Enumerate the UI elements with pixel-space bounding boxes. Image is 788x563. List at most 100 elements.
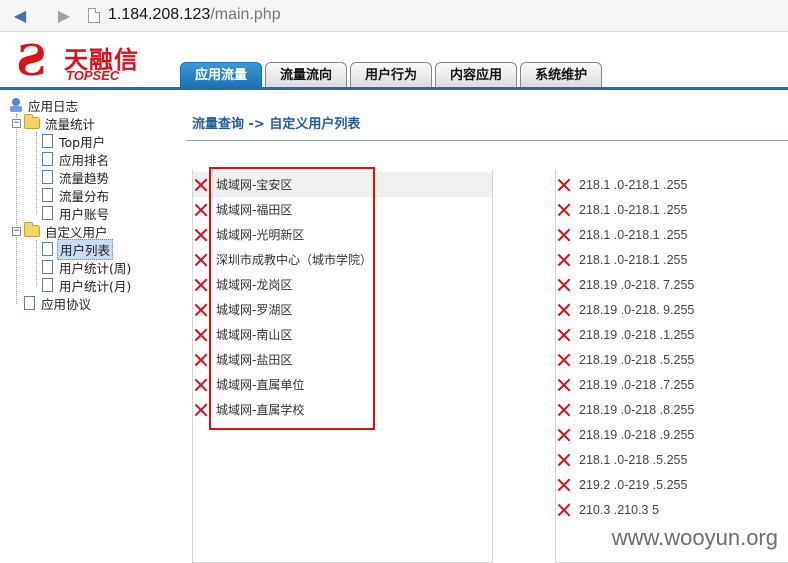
delete-icon[interactable] [194,403,208,417]
collapse-icon[interactable]: − [12,118,21,128]
ip-range-row: 218.19 .0-218 .8.255 [556,397,788,422]
tree-group-label: 流量统计 [45,116,96,132]
user-group-label[interactable]: 城域网-宝安区 [216,176,292,193]
tree-item-label: 应用排名 [59,152,110,168]
ip-range-label[interactable]: 218.19 .0-218 .7.255 [579,378,694,392]
ip-range-label[interactable]: 210.3 .210.3 5 [579,503,659,517]
delete-icon[interactable] [557,203,571,217]
tree-group-custom-users[interactable]: − 自定义用户 [12,222,110,240]
delete-icon[interactable] [194,353,208,367]
user-group-label[interactable]: 城域网-光明新区 [216,226,304,243]
ip-range-label[interactable]: 218.19 .0-218. 7.255 [579,278,694,292]
user-group-label[interactable]: 城域网-南山区 [216,326,292,343]
browser-toolbar: ◀ ▶ 1.184.208.123/main.php [0,0,788,32]
ip-range-label[interactable]: 218.1 .0-218.1 .255 [579,253,687,267]
folder-open-icon [24,222,40,237]
tree-group-traffic-stats[interactable]: − 流量统计 [12,114,97,132]
delete-icon[interactable] [557,403,571,417]
tree-item-user-account[interactable]: 用户账号 [42,204,111,222]
ip-range-label[interactable]: 219.2 .0-219 .5.255 [579,478,687,492]
tree-item-app-protocol[interactable]: 应用协议 [24,294,93,312]
tree-item-user-stats-month[interactable]: 用户统计(月) [42,276,133,294]
ip-range-label[interactable]: 218.19 .0-218. 9.255 [579,303,694,317]
tab-content-app[interactable]: 内容应用 [435,62,518,88]
ip-range-label[interactable]: 218.19 .0-218 .8.255 [579,403,694,417]
tree-item-user-list[interactable]: 用户列表 [42,238,114,260]
delete-icon[interactable] [194,278,208,292]
delete-icon[interactable] [557,303,571,317]
ip-range-row: 210.3 .210.3 5 [556,497,788,522]
tab-system-maintenance[interactable]: 系统维护 [520,62,603,88]
document-icon [42,206,53,220]
document-icon [42,242,53,256]
topsec-logo: Ƨ 天融信 TOPSEC [14,38,164,86]
user-group-row: 城域网-直属学校 [193,397,492,422]
user-group-label[interactable]: 城域网-福田区 [216,201,292,218]
ip-range-label[interactable]: 218.1 .0-218.1 .255 [579,228,687,242]
folder-open-icon [24,114,40,129]
document-icon [24,296,35,310]
user-group-row: 城域网-盐田区 [193,347,492,372]
delete-icon[interactable] [194,203,208,217]
tree-line [36,132,37,214]
ip-range-row: 218.19 .0-218 .5.255 [556,347,788,372]
tree-item-traffic-trend[interactable]: 流量趋势 [42,168,111,186]
delete-icon[interactable] [557,503,571,517]
user-group-list: 城域网-宝安区 城域网-福田区 城域网-光明新区深圳市成教中心（城市学院） 城域网-龙… [192,170,493,563]
ip-range-label[interactable]: 218.1 .0-218.1 .255 [579,203,687,217]
delete-icon[interactable] [557,178,571,192]
ip-range-row: 218.1 .0-218 .5.255 [556,447,788,472]
delete-icon[interactable] [557,378,571,392]
tab-traffic-flow[interactable]: 流量流向 [265,62,348,88]
delete-icon[interactable] [194,328,208,342]
delete-icon[interactable] [557,278,571,292]
delete-icon[interactable] [194,228,208,242]
delete-icon[interactable] [557,328,571,342]
address-bar[interactable]: 1.184.208.123/main.php [108,6,281,24]
delete-icon[interactable] [557,428,571,442]
delete-icon[interactable] [557,253,571,267]
collapse-icon[interactable]: − [12,226,21,236]
delete-icon[interactable] [557,453,571,467]
document-icon [42,278,53,292]
delete-icon[interactable] [194,178,208,192]
tab-app-traffic[interactable]: 应用流量 [180,62,263,88]
tree-root[interactable]: 应用日志 [10,96,80,114]
delete-icon[interactable] [194,303,208,317]
ip-range-row: 218.19 .0-218 .9.255 [556,422,788,447]
user-group-label[interactable]: 深圳市成教中心（城市学院） [216,251,372,268]
tree-item-traffic-distribution[interactable]: 流量分布 [42,186,111,204]
user-group-label[interactable]: 城域网-龙岗区 [216,276,292,293]
tree-item-top-users[interactable]: Top用户 [42,132,107,150]
url-host: 1.184.208.123 [108,6,211,23]
back-arrow-icon[interactable]: ◀ [10,6,30,26]
ip-range-row: 218.19 .0-218. 9.255 [556,297,788,322]
ip-range-label[interactable]: 218.19 .0-218 .5.255 [579,353,694,367]
delete-icon[interactable] [194,378,208,392]
main-tabs: 应用流量 流量流向 用户行为 内容应用 系统维护 [180,62,605,88]
ip-range-list: 218.1 .0-218.1 .255 218.1 .0-218.1 .255 21… [555,170,788,563]
tree-item-label: 流量趋势 [59,170,110,186]
user-group-label[interactable]: 城域网-直属单位 [216,376,304,393]
delete-icon[interactable] [557,478,571,492]
tree-item-user-stats-week[interactable]: 用户统计(周) [42,258,133,276]
ip-range-row: 218.1 .0-218.1 .255 [556,172,788,197]
tab-user-behavior[interactable]: 用户行为 [350,62,433,88]
ip-range-row: 218.1 .0-218.1 .255 [556,222,788,247]
ip-range-label[interactable]: 218.19 .0-218 .9.255 [579,428,694,442]
delete-icon[interactable] [194,253,208,267]
ip-range-label[interactable]: 218.19 .0-218 .1.255 [579,328,694,342]
ip-range-label[interactable]: 218.1 .0-218.1 .255 [579,178,687,192]
tree-item-app-ranking[interactable]: 应用排名 [42,150,111,168]
user-group-label[interactable]: 城域网-直属学校 [216,401,304,418]
delete-icon[interactable] [557,228,571,242]
ip-range-label[interactable]: 218.1 .0-218 .5.255 [579,453,687,467]
tree-item-label: 用户账号 [59,206,110,222]
user-group-label[interactable]: 城域网-罗湖区 [216,301,292,318]
user-group-label[interactable]: 城域网-盐田区 [216,351,292,368]
forward-arrow-icon[interactable]: ▶ [54,6,74,26]
delete-icon[interactable] [557,353,571,367]
document-icon [42,134,53,148]
ip-range-row: 218.19 .0-218 .7.255 [556,372,788,397]
logo-en-text: TOPSEC [66,68,120,83]
